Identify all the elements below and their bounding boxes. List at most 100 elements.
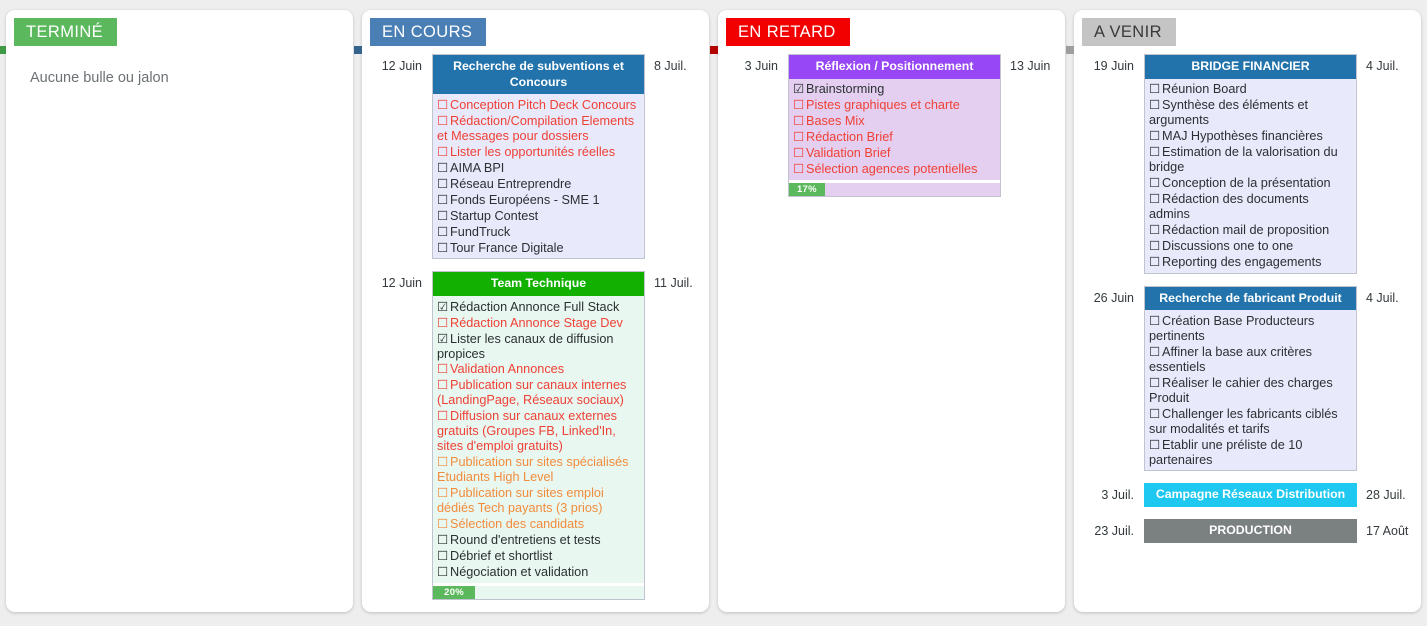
card-title[interactable]: BRIDGE FINANCIER	[1145, 55, 1356, 79]
checklist-item[interactable]: ☐ Négociation et validation	[437, 565, 640, 581]
checkbox-unchecked-icon[interactable]: ☐	[1149, 239, 1160, 253]
checkbox-unchecked-icon[interactable]: ☐	[437, 193, 448, 207]
checkbox-checked-icon[interactable]: ☑	[793, 82, 804, 96]
task-card[interactable]: BRIDGE FINANCIER ☐ Réunion Board ☐ Synthèse …	[1144, 54, 1357, 274]
checklist-item[interactable]: ☐ Lister les opportunités réelles	[437, 144, 640, 160]
checkbox-unchecked-icon[interactable]: ☐	[1149, 407, 1160, 421]
checklist-item[interactable]: ☐ Tour France Digitale	[437, 240, 640, 256]
checklist-item[interactable]: ☐ Challenger les fabricants ciblés sur mo…	[1149, 406, 1352, 437]
checklist-item[interactable]: ☐ Rédaction mail de proposition	[1149, 223, 1352, 239]
checkbox-unchecked-icon[interactable]: ☐	[1149, 438, 1160, 452]
card-title[interactable]: Réflexion / Positionnement	[789, 55, 1000, 79]
checkbox-unchecked-icon[interactable]: ☐	[793, 98, 804, 112]
checkbox-unchecked-icon[interactable]: ☐	[437, 161, 448, 175]
checklist-item[interactable]: ☑ Rédaction Annonce Full Stack	[437, 299, 640, 315]
checklist-item[interactable]: ☐ Publication sur sites emploi dédiés Tec…	[437, 486, 640, 517]
checkbox-unchecked-icon[interactable]: ☐	[793, 146, 804, 160]
checkbox-unchecked-icon[interactable]: ☐	[437, 378, 448, 392]
checkbox-unchecked-icon[interactable]: ☐	[437, 114, 448, 128]
checklist-item[interactable]: ☐ Etablir une préliste de 10 partenaires	[1149, 437, 1352, 468]
checklist-item[interactable]: ☐ Réaliser le cahier des charges Produit	[1149, 375, 1352, 406]
checklist-item[interactable]: ☐ Rédaction/Compilation Elements et Messa…	[437, 113, 640, 144]
checkbox-unchecked-icon[interactable]: ☐	[437, 225, 448, 239]
checklist-item[interactable]: ☐ Fonds Européens - SME 1	[437, 192, 640, 208]
checkbox-unchecked-icon[interactable]: ☐	[1149, 129, 1160, 143]
checkbox-unchecked-icon[interactable]: ☐	[437, 486, 448, 500]
task-card[interactable]: Réflexion / Positionnement ☑ Brainstorming…	[788, 54, 1001, 197]
column-tab-termin-[interactable]: TERMINÉ	[14, 18, 118, 46]
checklist-item[interactable]: ☐ Synthèse des éléments et arguments	[1149, 98, 1352, 129]
task-card[interactable]: Team Technique ☑ Rédaction Annonce Full St…	[432, 271, 645, 600]
checkbox-unchecked-icon[interactable]: ☐	[437, 549, 448, 563]
card-title[interactable]: Team Technique	[433, 272, 644, 297]
checklist-item[interactable]: ☑ Lister les canaux de diffusion propices	[437, 331, 640, 362]
card-title[interactable]: PRODUCTION	[1144, 518, 1357, 543]
checkbox-unchecked-icon[interactable]: ☐	[437, 533, 448, 547]
checklist-item[interactable]: ☑ Brainstorming	[793, 82, 996, 98]
checklist-item[interactable]: ☐ Bases Mix	[793, 114, 996, 130]
checkbox-unchecked-icon[interactable]: ☐	[1149, 376, 1160, 390]
checkbox-unchecked-icon[interactable]: ☐	[437, 145, 448, 159]
checklist-item[interactable]: ☐ Estimation de la valorisation du bridge	[1149, 145, 1352, 176]
column-tab-en-cours[interactable]: EN COURS	[370, 18, 487, 46]
checklist-item[interactable]: ☐ Validation Annonces	[437, 362, 640, 378]
checkbox-unchecked-icon[interactable]: ☐	[1149, 82, 1160, 96]
checkbox-unchecked-icon[interactable]: ☐	[1149, 345, 1160, 359]
checklist-item[interactable]: ☐ Conception Pitch Deck Concours	[437, 97, 640, 113]
card-title[interactable]: Campagne Réseaux Distribution	[1144, 483, 1357, 507]
checkbox-unchecked-icon[interactable]: ☐	[437, 565, 448, 579]
checklist-item[interactable]: ☐ MAJ Hypothèses financières	[1149, 129, 1352, 145]
task-card[interactable]: Recherche de subventions et Concours ☐ Con…	[432, 54, 645, 260]
checkbox-checked-icon[interactable]: ☑	[437, 300, 448, 314]
checklist-item[interactable]: ☐ Création Base Producteurs pertinents	[1149, 313, 1352, 344]
checkbox-unchecked-icon[interactable]: ☐	[1149, 255, 1160, 269]
checkbox-unchecked-icon[interactable]: ☐	[437, 455, 448, 469]
checkbox-unchecked-icon[interactable]: ☐	[437, 209, 448, 223]
checklist-item[interactable]: ☐ Discussions one to one	[1149, 239, 1352, 255]
checkbox-unchecked-icon[interactable]: ☐	[437, 362, 448, 376]
checklist-item[interactable]: ☐ Conception de la présentation	[1149, 176, 1352, 192]
checklist-item[interactable]: ☐ Round d'entretiens et tests	[437, 533, 640, 549]
checklist-item[interactable]: ☐ Affiner la base aux critères essentiels	[1149, 344, 1352, 375]
checkbox-unchecked-icon[interactable]: ☐	[437, 316, 448, 330]
checklist-item[interactable]: ☐ Réunion Board	[1149, 82, 1352, 98]
checkbox-unchecked-icon[interactable]: ☐	[1149, 223, 1160, 237]
checkbox-checked-icon[interactable]: ☑	[437, 332, 448, 346]
checkbox-unchecked-icon[interactable]: ☐	[1149, 145, 1160, 159]
checklist-item[interactable]: ☐ Rédaction Brief	[793, 130, 996, 146]
checklist-item[interactable]: ☐ Startup Contest	[437, 208, 640, 224]
checklist-item[interactable]: ☐ Diffusion sur canaux externes gratuits …	[437, 409, 640, 455]
checklist-item[interactable]: ☐ Reporting des engagements	[1149, 255, 1352, 271]
checkbox-unchecked-icon[interactable]: ☐	[437, 409, 448, 423]
checkbox-unchecked-icon[interactable]: ☐	[793, 130, 804, 144]
checkbox-unchecked-icon[interactable]: ☐	[1149, 314, 1160, 328]
checklist-item[interactable]: ☐ Publication sur canaux internes (Landin…	[437, 378, 640, 409]
task-card[interactable]: PRODUCTION	[1144, 518, 1357, 543]
checkbox-unchecked-icon[interactable]: ☐	[1149, 98, 1160, 112]
checkbox-unchecked-icon[interactable]: ☐	[437, 517, 448, 531]
checkbox-unchecked-icon[interactable]: ☐	[793, 114, 804, 128]
column-tab-en-retard[interactable]: EN RETARD	[726, 18, 850, 46]
checklist-item[interactable]: ☐ Rédaction des documents admins	[1149, 192, 1352, 223]
task-card[interactable]: Recherche de fabricant Produit ☐ Création …	[1144, 285, 1357, 472]
checklist-item[interactable]: ☐ FundTruck	[437, 224, 640, 240]
checklist-item[interactable]: ☐ Sélection des candidats	[437, 517, 640, 533]
checkbox-unchecked-icon[interactable]: ☐	[1149, 192, 1160, 206]
checklist-item[interactable]: ☐ Publication sur sites spécialisés Etudi…	[437, 455, 640, 486]
column-tab-a-venir[interactable]: A VENIR	[1082, 18, 1176, 46]
checklist-item[interactable]: ☐ Sélection agences potentielles	[793, 162, 996, 178]
checklist-item[interactable]: ☐ Réseau Entreprendre	[437, 176, 640, 192]
checklist-item[interactable]: ☐ AIMA BPI	[437, 160, 640, 176]
card-title[interactable]: Recherche de fabricant Produit	[1145, 286, 1356, 311]
checklist-item[interactable]: ☐ Validation Brief	[793, 146, 996, 162]
task-card[interactable]: Campagne Réseaux Distribution	[1144, 483, 1357, 507]
checkbox-unchecked-icon[interactable]: ☐	[437, 177, 448, 191]
checkbox-unchecked-icon[interactable]: ☐	[1149, 176, 1160, 190]
checkbox-unchecked-icon[interactable]: ☐	[437, 98, 448, 112]
checkbox-unchecked-icon[interactable]: ☐	[437, 241, 448, 255]
checklist-item[interactable]: ☐ Débrief et shortlist	[437, 549, 640, 565]
checklist-item[interactable]: ☐ Pistes graphiques et charte	[793, 98, 996, 114]
card-title[interactable]: Recherche de subventions et Concours	[433, 55, 644, 95]
checkbox-unchecked-icon[interactable]: ☐	[793, 162, 804, 176]
checklist-item[interactable]: ☐ Rédaction Annonce Stage Dev	[437, 315, 640, 331]
